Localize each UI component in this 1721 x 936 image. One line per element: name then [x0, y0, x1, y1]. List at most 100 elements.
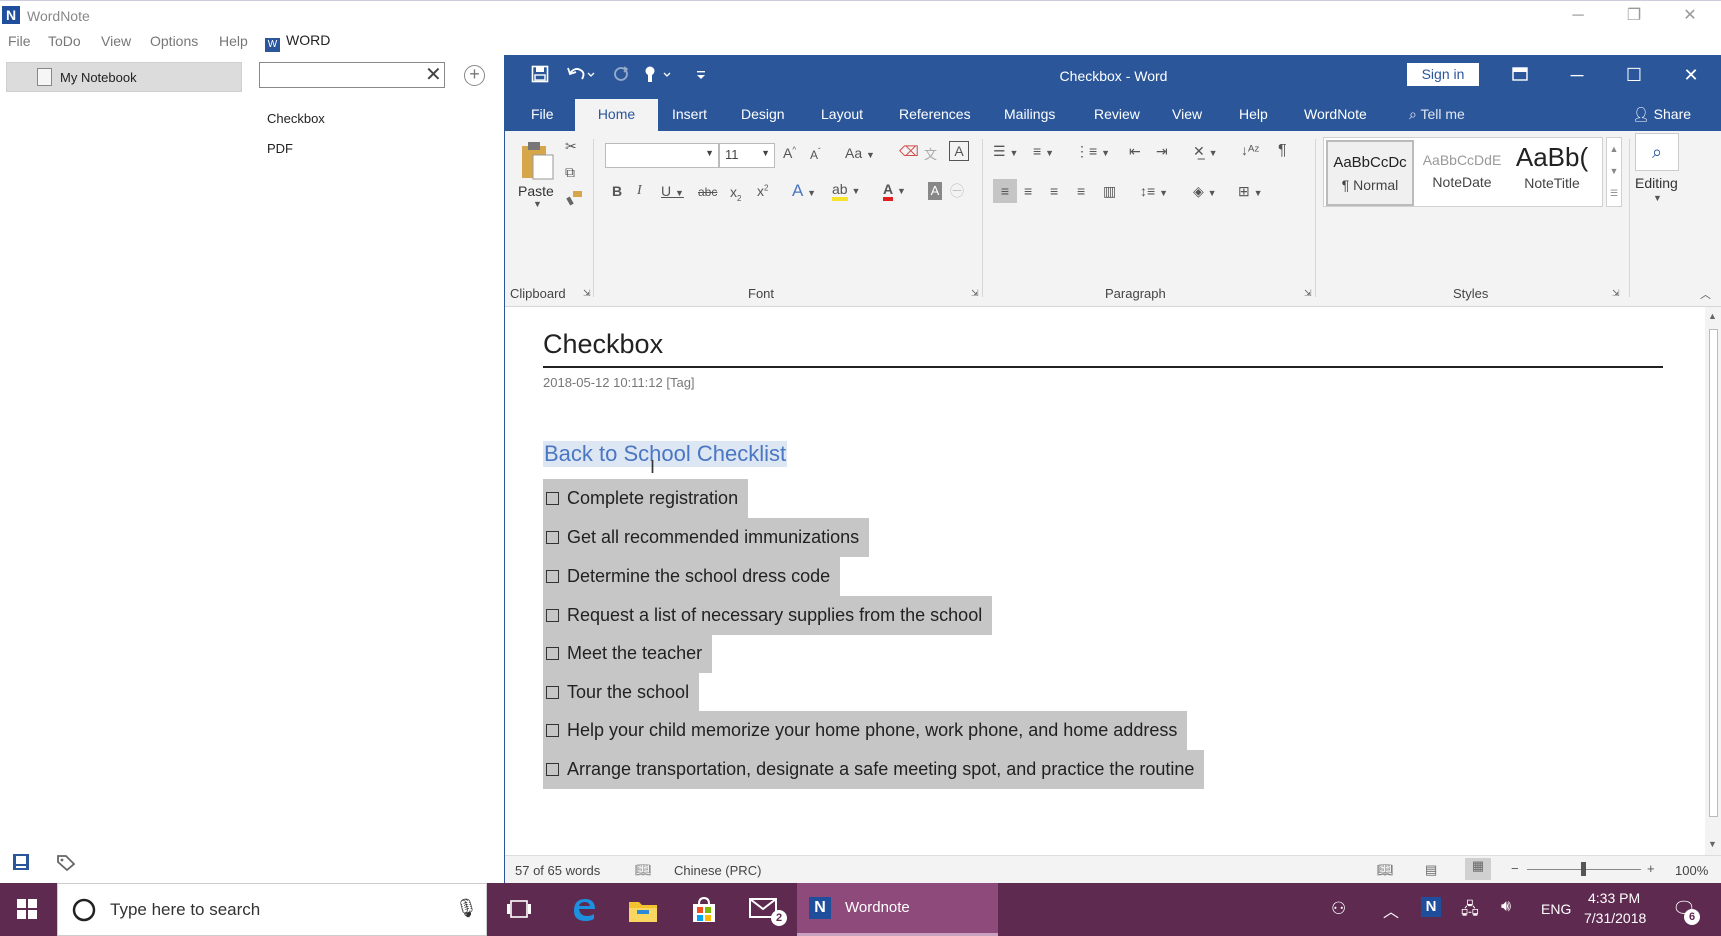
tab-design[interactable]: Design — [741, 106, 785, 122]
increase-indent-icon[interactable]: ⇥ — [1156, 143, 1168, 160]
borders-icon[interactable]: ⊞ ▼ — [1238, 183, 1263, 200]
cut-icon[interactable]: ✂ — [565, 138, 577, 155]
clipboard-launcher-icon[interactable]: ⇲ — [583, 288, 591, 299]
note-item-checkbox[interactable]: Checkbox — [267, 111, 325, 126]
notebook-footer-icon[interactable] — [12, 853, 30, 871]
store-icon[interactable] — [690, 896, 718, 924]
styles-launcher-icon[interactable]: ⇲ — [1612, 288, 1620, 299]
network-icon[interactable]: 🖧︎ — [1461, 898, 1479, 925]
menu-options[interactable]: Options — [150, 33, 198, 49]
file-explorer-icon[interactable] — [628, 897, 658, 923]
checkbox-icon[interactable] — [546, 686, 559, 699]
highlight-icon[interactable]: ab ▼ — [832, 181, 860, 201]
asian-layout-icon[interactable]: ✕̲ ▼ — [1193, 143, 1218, 160]
tab-file[interactable]: File — [531, 106, 554, 122]
underline-icon[interactable]: U ▼ — [661, 183, 684, 199]
styles-scroll[interactable]: ▲ ▼ ☰ — [1606, 137, 1622, 207]
bullets-icon[interactable]: ☰ ▼ — [993, 143, 1018, 160]
note-item-pdf[interactable]: PDF — [267, 141, 293, 156]
checklist-item[interactable]: Get all recommended immunizations — [543, 518, 870, 557]
find-icon[interactable]: ⌕ — [1635, 133, 1679, 171]
read-mode-icon[interactable]: 📖︎ — [1377, 862, 1394, 878]
distributed-icon[interactable]: ▥ — [1103, 183, 1116, 200]
word-close-icon[interactable]: ✕ — [1676, 64, 1706, 86]
paste-label[interactable]: Paste — [518, 183, 554, 199]
scroll-up-icon[interactable]: ▲ — [1708, 311, 1717, 321]
tab-view[interactable]: View — [1172, 106, 1202, 122]
word-maximize-icon[interactable]: ☐ — [1619, 64, 1649, 86]
checklist-item[interactable]: Complete registration — [543, 479, 749, 518]
start-windows-icon[interactable] — [17, 899, 37, 919]
font-size-dropdown-icon[interactable]: ▼ — [761, 148, 770, 158]
volume-icon[interactable]: 🔊︎ — [1501, 898, 1511, 916]
checkbox-icon[interactable] — [546, 531, 559, 544]
checkbox-icon[interactable] — [546, 609, 559, 622]
copy-icon[interactable]: ⧉ — [565, 164, 575, 181]
numbering-icon[interactable]: ≡ ▼ — [1033, 143, 1054, 159]
menu-todo[interactable]: ToDo — [48, 33, 81, 49]
document-canvas[interactable]: Checkbox 2018-05-12 10:11:12 [Tag] Back … — [505, 307, 1705, 855]
checklist-heading[interactable]: Back to School Checklist — [543, 441, 788, 467]
enclose-characters-icon[interactable]: ㊀ — [950, 181, 964, 201]
tab-insert[interactable]: Insert — [672, 106, 707, 122]
sort-icon[interactable]: ↓ᴬᶻ — [1241, 142, 1259, 158]
taskbar-search[interactable]: Type here to search 🎙︎ — [57, 883, 487, 936]
editing-dropdown-icon[interactable]: ▼ — [1653, 193, 1662, 203]
character-border-icon[interactable]: A — [949, 141, 969, 161]
menu-view[interactable]: View — [101, 33, 131, 49]
tag-icon[interactable] — [57, 855, 75, 871]
scrollbar-thumb[interactable] — [1709, 329, 1718, 817]
word-count[interactable]: 57 of 65 words — [515, 863, 600, 878]
font-size-combo[interactable]: 11 ▼ — [719, 143, 775, 168]
font-name-combo[interactable]: ▼ — [605, 143, 719, 168]
grow-font-icon[interactable]: A^ — [783, 145, 796, 161]
restore-icon[interactable]: ❐ — [1619, 5, 1649, 27]
checklist-item[interactable]: Meet the teacher — [543, 634, 713, 673]
paste-icon[interactable] — [519, 141, 555, 181]
clear-search-icon[interactable]: ✕ — [425, 64, 442, 86]
checkbox-icon[interactable] — [546, 492, 559, 505]
add-note-icon[interactable]: + — [464, 65, 485, 86]
task-view-icon[interactable] — [506, 899, 532, 919]
paste-dropdown-icon[interactable]: ▼ — [533, 199, 542, 209]
superscript-icon[interactable]: x2 — [757, 183, 768, 199]
shrink-font-icon[interactable]: Aˇ — [810, 147, 821, 162]
strikethrough-icon[interactable]: abc — [698, 185, 717, 199]
decrease-indent-icon[interactable]: ⇤ — [1129, 143, 1141, 160]
scroll-down-icon[interactable]: ▼ — [1708, 839, 1717, 849]
justify-icon[interactable]: ≡ — [1077, 183, 1085, 199]
font-launcher-icon[interactable]: ⇲ — [971, 288, 979, 299]
italic-icon[interactable]: I — [637, 183, 642, 199]
tray-wordnote-icon[interactable]: N — [1421, 897, 1441, 917]
style-notetitle[interactable]: AaBb( NoteTitle — [1508, 140, 1596, 206]
close-icon[interactable]: ✕ — [1675, 5, 1705, 27]
checkbox-icon[interactable] — [546, 763, 559, 776]
align-center-icon[interactable]: ≡ — [1024, 183, 1032, 199]
tab-references[interactable]: References — [899, 106, 971, 122]
menu-help[interactable]: Help — [219, 33, 248, 49]
tell-me-search[interactable]: ⌕ Tell me — [1409, 106, 1465, 123]
vertical-scrollbar[interactable]: ▲ ▼ — [1705, 307, 1721, 855]
checklist-item[interactable]: Determine the school dress code — [543, 557, 841, 596]
clear-formatting-icon[interactable]: ⌫ — [899, 143, 919, 160]
style-normal[interactable]: AaBbCcDc ¶ Normal — [1326, 140, 1414, 206]
menu-file[interactable]: File — [8, 33, 31, 49]
minimize-icon[interactable]: ─ — [1563, 5, 1593, 27]
clock-date[interactable]: 7/31/2018 — [1584, 910, 1646, 926]
notebook-item[interactable]: My Notebook — [6, 62, 242, 92]
share-button[interactable]: 👤︎ Share — [1632, 106, 1691, 123]
microphone-icon[interactable]: 🎙︎ — [455, 898, 478, 919]
show-formatting-icon[interactable]: ¶ — [1278, 142, 1287, 160]
mail-icon[interactable]: 2 — [749, 896, 787, 926]
input-language[interactable]: ENG — [1541, 901, 1571, 917]
tab-home[interactable]: Home — [575, 99, 658, 131]
character-shading-icon[interactable]: A — [928, 182, 942, 200]
editing-label[interactable]: Editing — [1635, 175, 1678, 191]
zoom-slider-thumb[interactable] — [1581, 862, 1586, 876]
checklist-item[interactable]: Request a list of necessary supplies fro… — [543, 596, 993, 635]
align-right-icon[interactable]: ≡ — [1050, 183, 1058, 199]
note-title[interactable]: Checkbox — [543, 329, 663, 360]
phonetic-guide-icon[interactable]: 文 — [924, 144, 937, 163]
change-case-icon[interactable]: Aa ▼ — [845, 145, 875, 161]
subscript-icon[interactable]: x2 — [730, 184, 741, 203]
